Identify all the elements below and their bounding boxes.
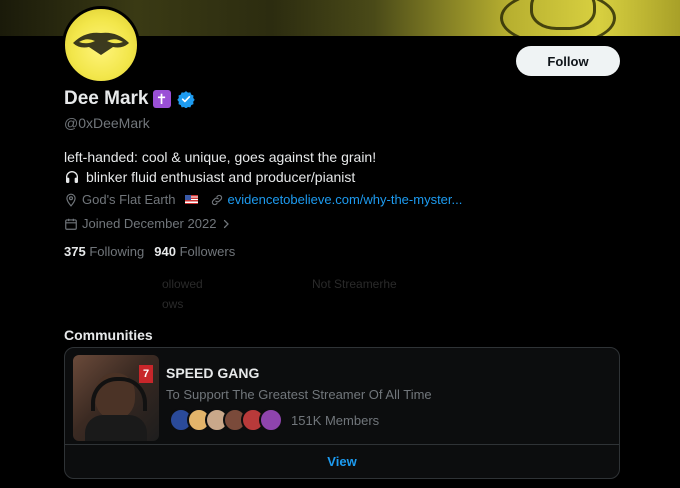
- community-thumbnail: 7: [73, 355, 159, 441]
- following-label: Following: [89, 244, 145, 259]
- user-handle: @0xDeeMark: [64, 115, 150, 131]
- us-flag-icon: [184, 195, 198, 204]
- faded-text-streamer: Not Streamerhe: [312, 277, 397, 291]
- bio-line-2: blinker fluid enthusiast and producer/pi…: [64, 167, 376, 187]
- bio-text-1: left-handed: cool & unique, goes against…: [64, 149, 377, 165]
- calendar-icon: [65, 218, 77, 230]
- community-members: 151K Members: [169, 408, 379, 432]
- bio-line-1: left-handed: cool & unique, goes against…: [64, 147, 376, 167]
- banner-graphic-inner: [530, 0, 596, 30]
- community-description: To Support The Greatest Streamer Of All …: [166, 387, 432, 402]
- view-community-button[interactable]: View: [65, 445, 619, 478]
- location-pin-icon: [66, 193, 76, 207]
- following-count: 375: [64, 244, 86, 259]
- members-count: 151K Members: [291, 412, 380, 428]
- joined-item: Joined December 2022: [64, 216, 232, 231]
- cross-emoji-icon: ✝: [152, 90, 171, 108]
- profile-name-row: Dee Mark ✝: [64, 88, 195, 110]
- followers-count: 940: [154, 244, 176, 259]
- website-link[interactable]: evidencetobelieve.com/why-the-myster...: [228, 192, 463, 207]
- headphones-icon: [66, 171, 78, 183]
- community-name: SPEED GANG: [166, 365, 260, 381]
- communities-heading: Communities: [64, 327, 153, 343]
- faded-text-followed: ollowed: [162, 277, 203, 291]
- location-text: God's Flat Earth: [82, 192, 176, 207]
- bio-text-2: blinker fluid enthusiast and producer/pi…: [86, 169, 356, 185]
- thumbnail-body: [85, 415, 147, 441]
- member-avatar: [259, 408, 283, 432]
- website-item[interactable]: evidencetobelieve.com/why-the-myster...: [210, 192, 463, 207]
- follow-button[interactable]: Follow: [516, 46, 620, 76]
- following-stat[interactable]: 375 Following: [64, 244, 144, 259]
- faded-text-ows: ows: [162, 297, 184, 311]
- followers-stat[interactable]: 940 Followers: [154, 244, 235, 259]
- location-item: God's Flat Earth: [64, 192, 198, 207]
- thumbnail-tag: 7: [139, 365, 153, 383]
- follow-stats: 375 Following 940 Followers: [64, 244, 235, 259]
- bio: left-handed: cool & unique, goes against…: [64, 147, 376, 187]
- display-name: Dee Mark: [64, 88, 149, 109]
- community-card[interactable]: 7 SPEED GANG To Support The Greatest Str…: [64, 347, 620, 479]
- link-icon: [211, 194, 222, 205]
- chevron-right-icon[interactable]: [220, 218, 232, 230]
- verified-badge-icon[interactable]: [176, 90, 195, 108]
- avatar[interactable]: [62, 6, 140, 84]
- followers-label: Followers: [179, 244, 236, 259]
- profile-meta-row-2: Joined December 2022: [64, 216, 232, 231]
- profile-meta-row-1: God's Flat Earth evidencetobelieve.com/w…: [64, 192, 462, 207]
- avatar-car-graphic: [73, 32, 129, 55]
- joined-text: Joined December 2022: [82, 216, 217, 231]
